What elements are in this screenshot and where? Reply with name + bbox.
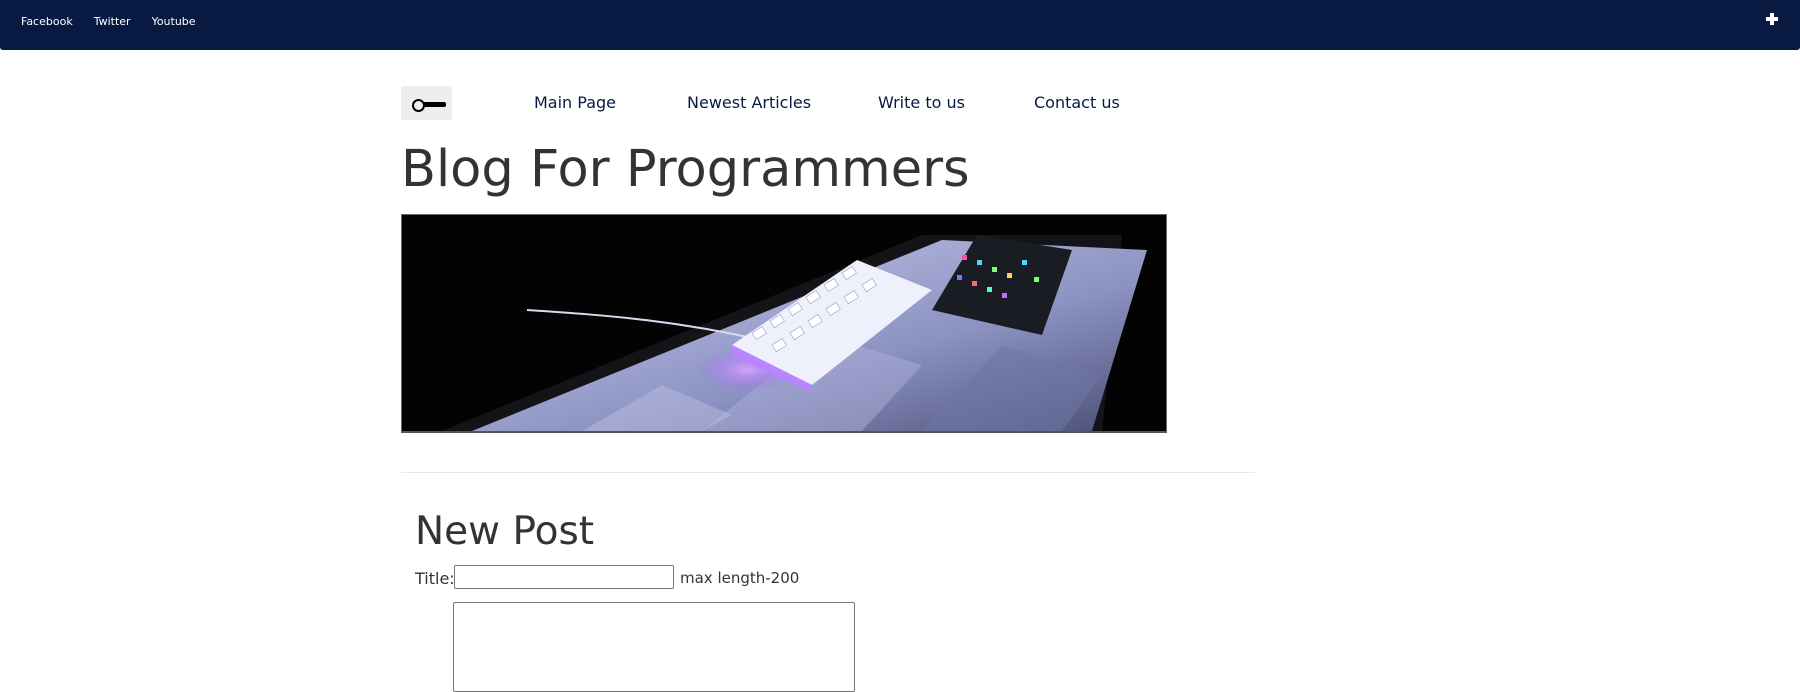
- site-title: Blog For Programmers: [401, 140, 970, 199]
- facebook-link[interactable]: Facebook: [21, 15, 73, 28]
- section-divider: [401, 472, 1255, 473]
- theme-toggle-button[interactable]: [401, 86, 452, 120]
- max-length-note: max length-200: [680, 569, 800, 587]
- main-nav: Main Page Newest Articles Write to us Co…: [401, 86, 1301, 120]
- keyboards-illustration: [402, 215, 1166, 431]
- nav-contact-us[interactable]: Contact us: [1034, 93, 1120, 112]
- youtube-link[interactable]: Youtube: [152, 15, 196, 28]
- new-post-heading: New Post: [415, 509, 595, 554]
- social-links: Facebook Twitter Youtube: [21, 15, 217, 28]
- nav-write-to-us[interactable]: Write to us: [878, 93, 965, 112]
- title-input[interactable]: [454, 565, 674, 589]
- title-label: Title:: [415, 569, 455, 588]
- nav-newest-articles[interactable]: Newest Articles: [687, 93, 811, 112]
- hero-image: [401, 214, 1167, 433]
- post-body-textarea[interactable]: [453, 602, 855, 692]
- nav-main-page[interactable]: Main Page: [534, 93, 616, 112]
- plus-icon[interactable]: [1766, 13, 1778, 25]
- twitter-link[interactable]: Twitter: [94, 15, 131, 28]
- top-bar: Facebook Twitter Youtube: [0, 0, 1800, 50]
- toggle-knob-icon: [412, 99, 425, 112]
